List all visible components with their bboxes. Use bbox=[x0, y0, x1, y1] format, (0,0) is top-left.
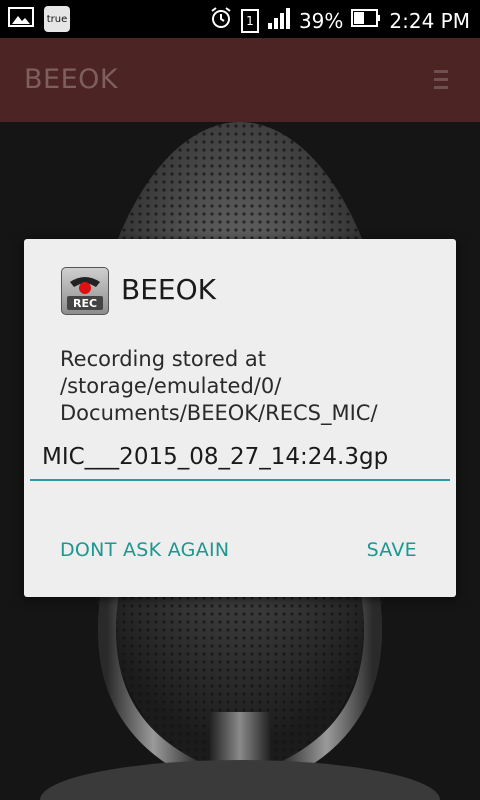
save-button[interactable]: SAVE bbox=[367, 539, 417, 561]
app-bar: BEEOK bbox=[0, 38, 480, 122]
dont-ask-again-button[interactable]: DONT ASK AGAIN bbox=[60, 539, 229, 561]
signal-icon bbox=[267, 7, 291, 34]
svg-text:REC: REC bbox=[73, 297, 97, 310]
carrier-badge: true bbox=[44, 6, 70, 32]
storage-path-message: Recording stored at /storage/emulated/0/… bbox=[60, 347, 378, 425]
rec-phone-icon: REC bbox=[61, 267, 109, 315]
hamburger-menu-icon[interactable] bbox=[434, 70, 448, 94]
alarm-icon bbox=[209, 6, 233, 35]
app-title: BEEOK bbox=[24, 64, 119, 95]
gallery-icon bbox=[8, 6, 34, 32]
battery-percent: 39% bbox=[298, 8, 344, 33]
filename-input[interactable] bbox=[30, 439, 450, 481]
sim-slot-icon: 1 bbox=[240, 8, 259, 33]
clock: 2:24 PM bbox=[389, 8, 470, 33]
status-bar: true 1 39% 2:24 PM bbox=[0, 0, 480, 38]
battery-icon bbox=[351, 8, 381, 33]
dialog-title: BEEOK bbox=[121, 273, 216, 306]
save-recording-dialog: REC BEEOK Recording stored at /storage/e… bbox=[24, 239, 456, 597]
